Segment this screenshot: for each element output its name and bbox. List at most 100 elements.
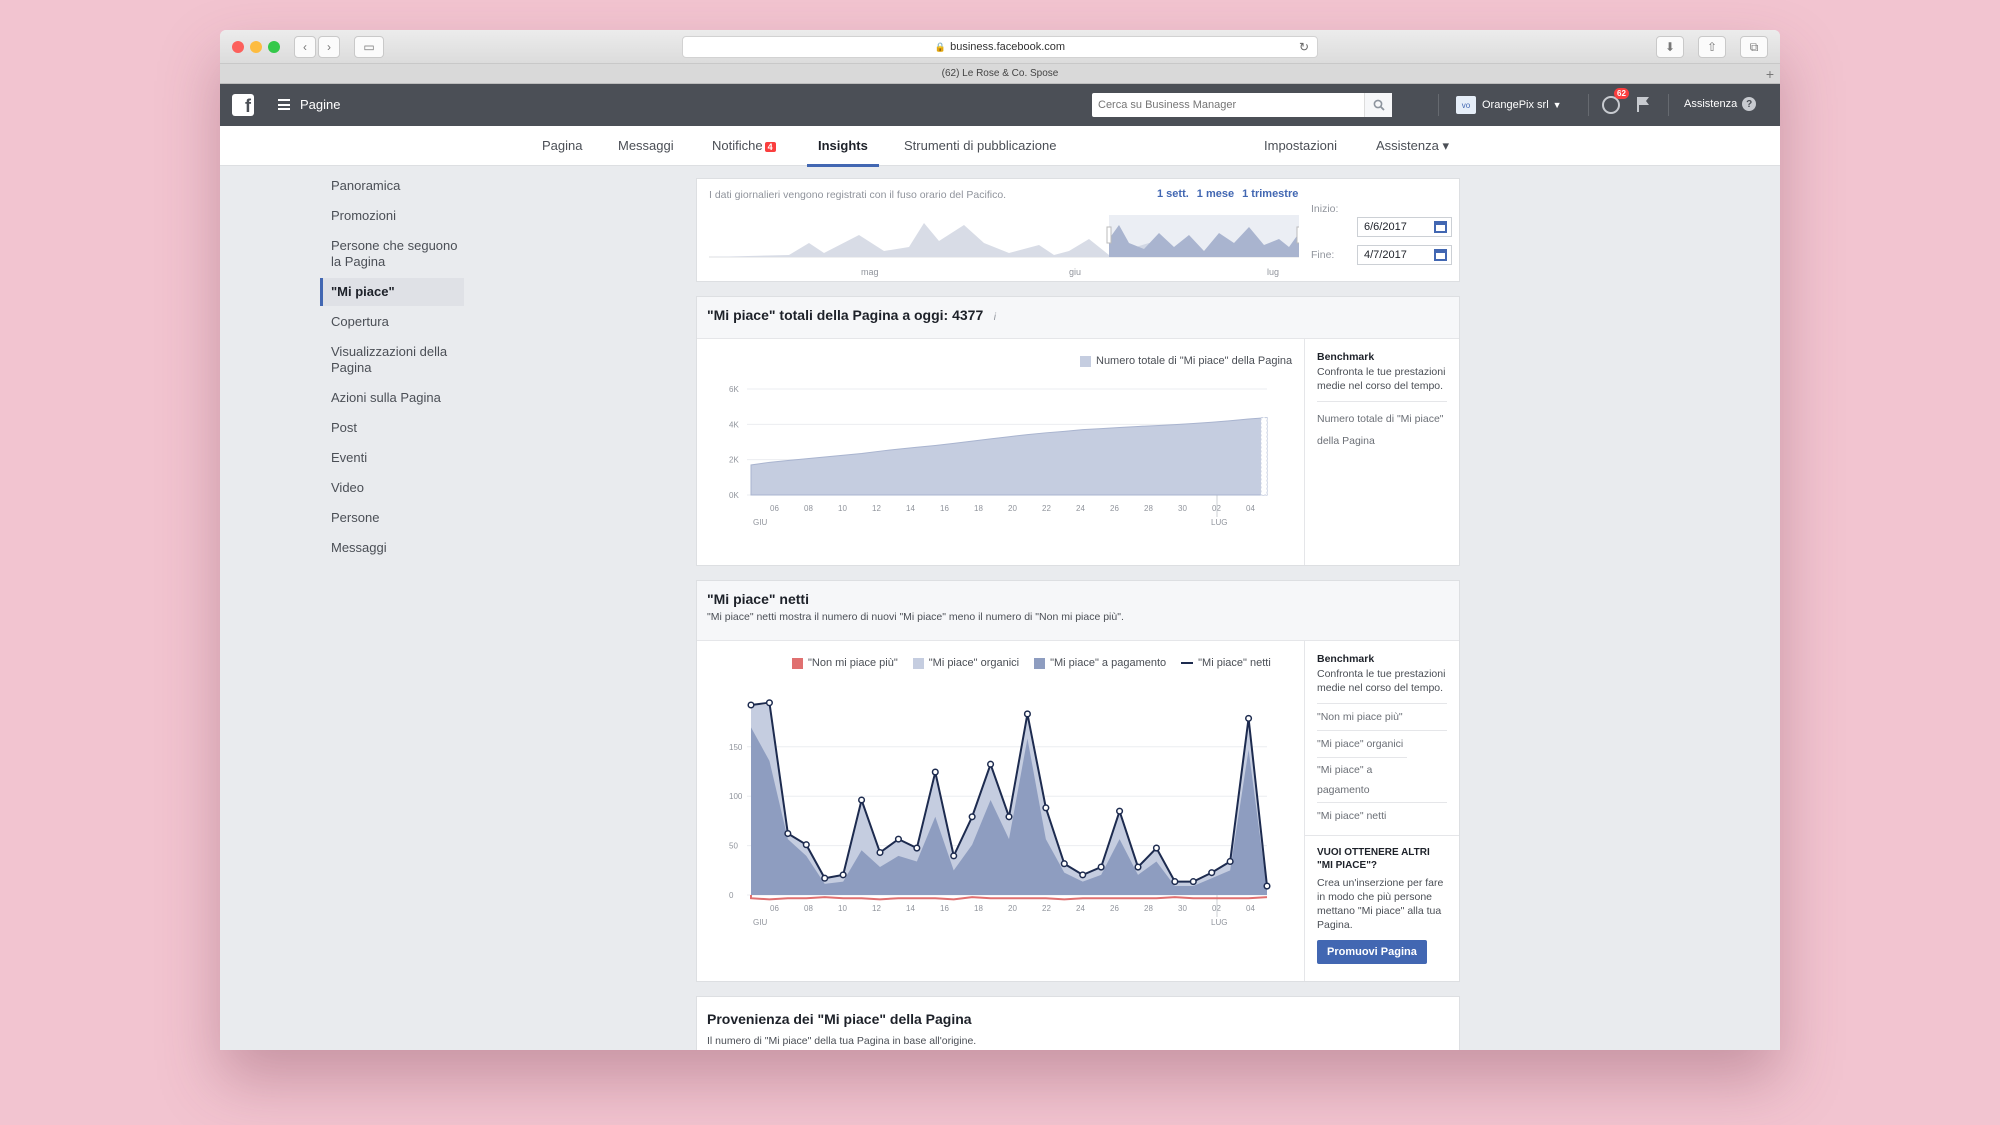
sidebar-item-post[interactable]: Post — [320, 420, 470, 436]
flag-icon[interactable] — [1636, 96, 1650, 112]
share-icon[interactable]: ⇧ — [1698, 36, 1726, 58]
y-tick-label: 6K — [729, 385, 739, 394]
sidebar-item-copertura[interactable]: Copertura — [320, 314, 470, 330]
x-tick-label: 22 — [1042, 504, 1051, 513]
close-window-button[interactable] — [232, 41, 244, 53]
sidebar-item-eventi[interactable]: Eventi — [320, 450, 470, 466]
benchmark-title: Benchmark — [1317, 351, 1375, 363]
minimize-window-button[interactable] — [250, 41, 262, 53]
data-point-net-likes — [747, 701, 755, 709]
provenance-card: Provenienza dei "Mi piace" della Pagina … — [696, 996, 1460, 1050]
x-tick-label: 06 — [770, 904, 779, 913]
facebook-logo-icon[interactable]: f — [232, 94, 254, 116]
x-month-label: LUG — [1211, 518, 1227, 527]
data-point-net-likes — [1116, 807, 1124, 815]
sidebar-item-azioni[interactable]: Azioni sulla Pagina — [320, 390, 470, 406]
x-tick-label: 10 — [838, 904, 847, 913]
download-icon[interactable]: ⬇ — [1656, 36, 1684, 58]
data-point-net-likes — [839, 871, 847, 879]
data-point-net-likes — [1245, 714, 1253, 722]
data-point-net-likes — [913, 844, 921, 852]
tab-messaggi[interactable]: Messaggi — [618, 138, 674, 153]
preset-1-quarter[interactable]: 1 trimestre — [1242, 188, 1298, 200]
benchmark-row-net[interactable]: "Mi piace" netti — [1317, 802, 1447, 829]
benchmark-text: Confronta le tue prestazioni medie nel c… — [1317, 668, 1446, 694]
reload-icon[interactable]: ↻ — [1299, 40, 1309, 54]
forward-icon[interactable]: › — [318, 36, 340, 58]
sidebar-item-visualizzazioni[interactable]: Visualizzazioni della Pagina — [320, 344, 460, 376]
pages-menu-label[interactable]: Pagine — [300, 97, 340, 112]
tab-notifiche[interactable]: Notifiche 4 — [712, 138, 776, 153]
sidebar-item-video[interactable]: Video — [320, 480, 470, 496]
promote-page-button[interactable]: Promuovi Pagina — [1317, 940, 1427, 964]
calendar-icon[interactable] — [1434, 249, 1447, 261]
legend-swatch-paid — [1034, 657, 1046, 669]
net-likes-chart[interactable]: 05010015006 08 10 12 14 16 18 20 22 24 26 28 30 02 04G… — [707, 675, 1287, 975]
total-likes-chart[interactable]: 0K2K4K6K06 08 10 12 14 16 18 20 22 24 26 28 30 02 04GI… — [707, 371, 1287, 541]
search-input[interactable] — [1092, 93, 1352, 117]
tab-pagina[interactable]: Pagina — [542, 138, 582, 153]
account-avatar: vo — [1456, 96, 1476, 114]
tab-insights[interactable]: Insights — [807, 138, 879, 167]
range-overview-sparkline[interactable] — [709, 213, 1299, 263]
insights-sidebar: Panoramica Promozioni Persone che seguon… — [320, 178, 470, 570]
series-total-likes-area — [750, 417, 1268, 496]
browser-tab[interactable]: (62) Le Rose & Co. Spose + — [220, 64, 1780, 84]
legend-swatch-unlikes — [792, 657, 803, 669]
address-bar[interactable]: 🔒 business.facebook.com ↻ — [682, 36, 1318, 58]
preset-1-month[interactable]: 1 mese — [1197, 188, 1234, 200]
tab-impostazioni[interactable]: Impostazioni — [1264, 138, 1337, 153]
account-switcher[interactable]: vo OrangePix srl ▼ — [1456, 96, 1562, 114]
data-point-net-likes — [1097, 863, 1105, 871]
legend-swatch-organic — [912, 657, 924, 669]
notifiche-badge: 4 — [764, 142, 776, 152]
search-icon[interactable] — [1364, 93, 1392, 117]
data-point-net-likes — [1079, 871, 1087, 879]
page-tabs: Pagina Messaggi Notifiche 4 Insights Stru… — [220, 126, 1780, 167]
x-tick-label: 04 — [1246, 504, 1255, 513]
x-month-label: GIU — [753, 518, 767, 527]
tab-strumenti-pubblicazione[interactable]: Strumenti di pubblicazione — [904, 138, 1056, 153]
benchmark-row-unlikes[interactable]: "Non mi piace più" — [1317, 703, 1447, 730]
x-tick-label: 18 — [974, 504, 983, 513]
x-month-label: GIU — [753, 918, 767, 927]
data-point-net-likes — [1152, 844, 1160, 852]
data-point-net-likes — [1226, 857, 1234, 866]
tab-assistenza[interactable]: Assistenza ▾ — [1376, 138, 1449, 154]
x-tick-label: 26 — [1110, 904, 1119, 913]
legend-unlikes: "Non mi piace più" — [808, 657, 898, 669]
x-tick-label: 14 — [906, 504, 915, 513]
series-unlikes-line — [750, 895, 1268, 901]
end-date-label: Fine: — [1311, 249, 1335, 261]
sidebar-item-promozioni[interactable]: Promozioni — [320, 208, 470, 224]
header-divider — [1438, 94, 1439, 116]
month-label-mag: mag — [861, 267, 879, 277]
info-icon[interactable]: i — [994, 312, 996, 323]
x-tick-label: 28 — [1144, 504, 1153, 513]
preset-1-week[interactable]: 1 sett. — [1157, 188, 1189, 200]
x-tick-label: 14 — [906, 904, 915, 913]
end-date-field[interactable]: 4/7/2017 — [1357, 245, 1452, 265]
sidebar-item-panoramica[interactable]: Panoramica — [320, 178, 470, 194]
sidebar-item-persone-che-seguono[interactable]: Persone che seguono la Pagina — [320, 238, 460, 270]
sidebar-item-persone[interactable]: Persone — [320, 510, 470, 526]
benchmark-row-organic[interactable]: "Mi piace" organici — [1317, 730, 1447, 757]
url-text: business.facebook.com — [950, 41, 1066, 53]
net-likes-subtitle: "Mi piace" netti mostra il numero di nuo… — [707, 611, 1124, 623]
data-point-net-likes — [1023, 710, 1031, 718]
sidebar-item-messaggi[interactable]: Messaggi — [320, 540, 470, 556]
maximize-window-button[interactable] — [268, 41, 280, 53]
sidebar-item-mi-piace[interactable]: "Mi piace" — [320, 278, 464, 306]
benchmark-row-total[interactable]: Numero totale di "Mi piace" della Pagina — [1317, 401, 1447, 458]
calendar-icon[interactable] — [1434, 221, 1447, 233]
new-tab-icon[interactable]: + — [1766, 66, 1774, 82]
benchmark-text: Confronta le tue prestazioni medie nel c… — [1317, 366, 1446, 392]
help-menu[interactable]: Assistenza ? — [1684, 97, 1757, 111]
back-icon[interactable]: ‹ — [294, 36, 316, 58]
tabs-overview-icon[interactable]: ⧉ — [1740, 36, 1768, 58]
hamburger-menu-icon[interactable] — [278, 99, 290, 110]
browser-titlebar: ‹ › ▭ 🔒 business.facebook.com ↻ ⬇ ⇧ ⧉ — [220, 30, 1780, 64]
sidebar-toggle-icon[interactable]: ▭ — [354, 36, 384, 58]
start-date-field[interactable]: 6/6/2017 — [1357, 217, 1452, 237]
benchmark-row-paid[interactable]: "Mi piace" a pagamento — [1317, 757, 1407, 802]
